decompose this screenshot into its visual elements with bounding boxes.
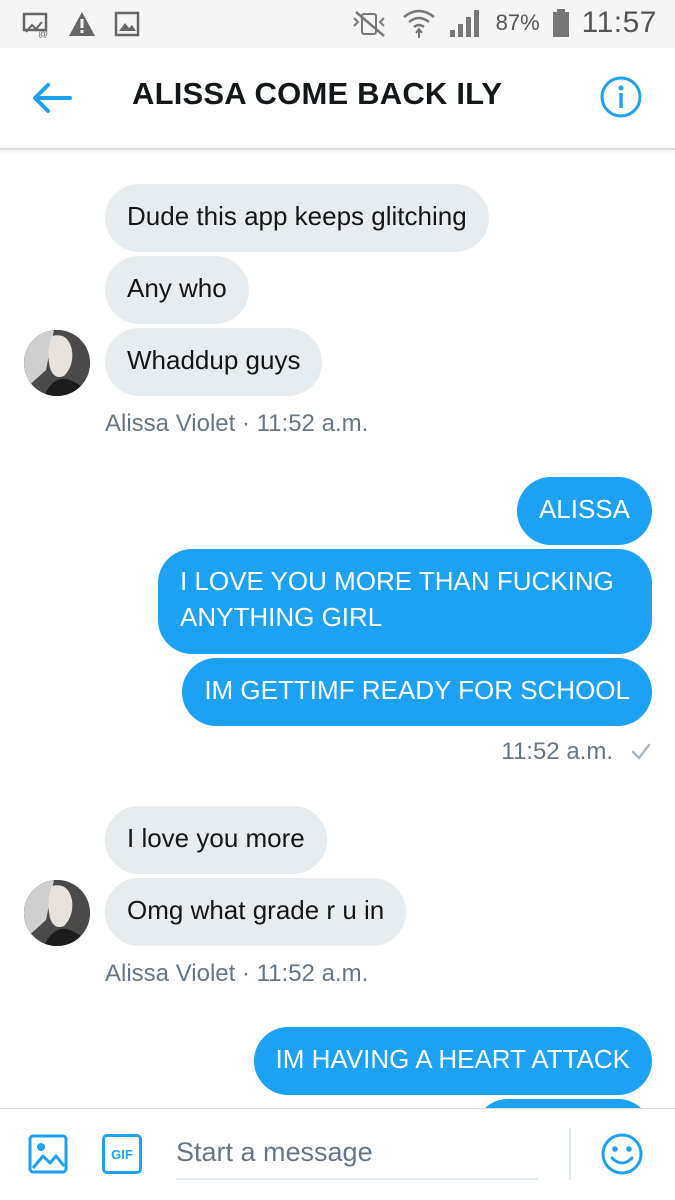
image-attach-icon[interactable] [28,1134,68,1174]
message-meta: Alissa Violet · 11:52 a.m. [105,410,369,437]
signal-icon [449,10,479,37]
gif-button[interactable]: GIF [102,1134,142,1174]
message-meta: 11:52 a.m. [501,738,613,765]
gif-label: GIF [111,1146,133,1162]
message-incoming[interactable]: Whaddup guys [105,328,323,396]
conversation-header: ALISSA COME BACK ILY [0,48,675,150]
wifi-icon [402,9,435,38]
clock: 11:57 [581,6,657,39]
info-icon[interactable] [599,75,643,119]
checkmark-icon [631,743,651,760]
message-input[interactable] [176,1126,538,1180]
message-meta: Alissa Violet · 11:52 a.m. [105,960,369,987]
svg-text:@: @ [38,29,48,38]
message-incoming[interactable]: Omg what grade r u in [105,878,407,946]
message-incoming[interactable]: Dude this app keeps glitching [105,184,489,252]
screen-share-icon: @ [22,12,48,38]
smiley-icon[interactable] [600,1132,644,1176]
message-outgoing[interactable]: I LOVE YOU MORE THAN FUCKING ANYTHING GI… [158,549,652,654]
message-outgoing[interactable]: ALISSA [516,477,652,545]
battery-percent: 87% [495,10,540,35]
mute-vibrate-icon [352,11,385,37]
battery-icon [552,9,569,37]
warning-icon [69,12,95,36]
composer-divider [569,1128,571,1180]
image-icon [114,11,140,37]
avatar[interactable] [24,330,90,396]
message-outgoing[interactable]: IM GETTIMF READY FOR SCHOOL [182,658,652,726]
status-bar: @ 87% 11:57 [0,0,675,48]
conversation-title: ALISSA COME BACK ILY [132,76,503,111]
message-incoming[interactable]: Any who [105,256,249,324]
message-incoming[interactable]: I love you more [105,806,327,874]
message-outgoing[interactable]: IM HAVING A HEART ATTACK [253,1027,652,1095]
avatar[interactable] [24,880,90,946]
back-arrow-icon[interactable] [30,80,74,116]
